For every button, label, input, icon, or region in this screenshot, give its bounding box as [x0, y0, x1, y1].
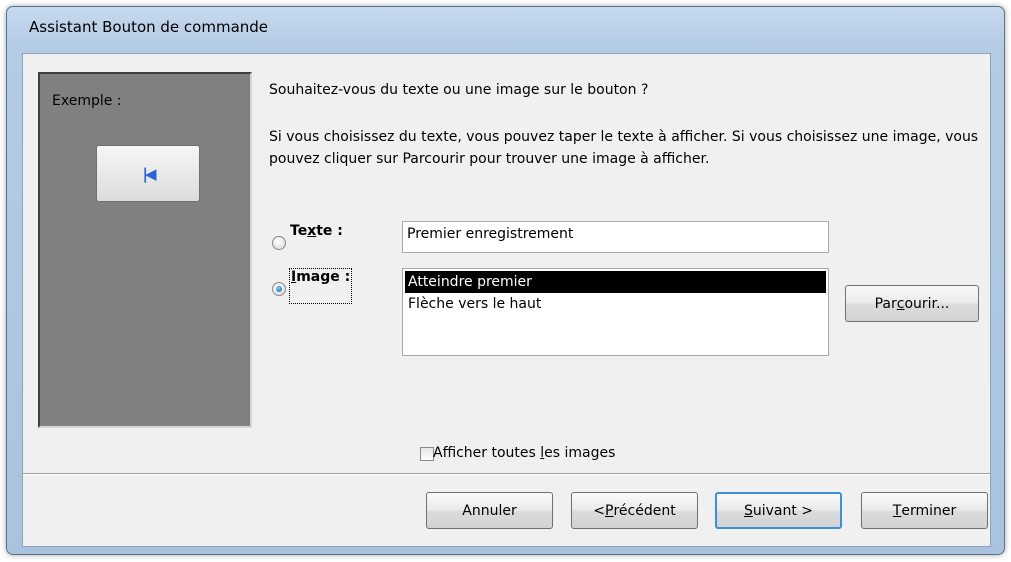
- wizard-window: Assistant Bouton de commande Exemple : |…: [6, 6, 1005, 555]
- first-record-icon: |◀: [142, 164, 156, 183]
- image-radio-label[interactable]: Image :: [289, 268, 353, 304]
- next-button[interactable]: Suivant >: [715, 492, 842, 529]
- show-all-images-checkbox[interactable]: [420, 447, 434, 461]
- finish-button[interactable]: Terminer: [861, 492, 988, 529]
- wizard-content: Exemple : |◀ Souhaitez-vous du texte ou …: [22, 53, 991, 547]
- sample-label: Exemple :: [52, 93, 122, 109]
- question-text: Souhaitez-vous du texte ou une image sur…: [269, 82, 649, 98]
- browse-button[interactable]: Par c ourir...: [845, 285, 979, 322]
- list-item[interactable]: Flèche vers le haut: [405, 293, 826, 315]
- sample-button-preview: |◀: [96, 145, 200, 202]
- show-all-images-label[interactable]: Afficher toutes les images: [433, 445, 615, 461]
- title-bar[interactable]: Assistant Bouton de commande: [7, 7, 1004, 53]
- text-radio-label[interactable]: Texte :: [290, 223, 343, 239]
- image-list[interactable]: Atteindre premier Flèche vers le haut: [402, 268, 829, 356]
- image-radio[interactable]: [272, 282, 286, 296]
- footer-divider: [23, 473, 990, 475]
- button-text-input[interactable]: Premier enregistrement: [402, 221, 829, 253]
- window-title: Assistant Bouton de commande: [29, 18, 269, 36]
- sample-preview-panel: Exemple : |◀: [38, 72, 252, 428]
- text-radio[interactable]: [272, 236, 286, 250]
- previous-button[interactable]: < Précédent: [571, 492, 698, 529]
- instruction-text: Si vous choisissez du texte, vous pouvez…: [269, 129, 979, 167]
- cancel-button[interactable]: Annuler: [426, 492, 553, 529]
- list-item[interactable]: Atteindre premier: [405, 271, 826, 293]
